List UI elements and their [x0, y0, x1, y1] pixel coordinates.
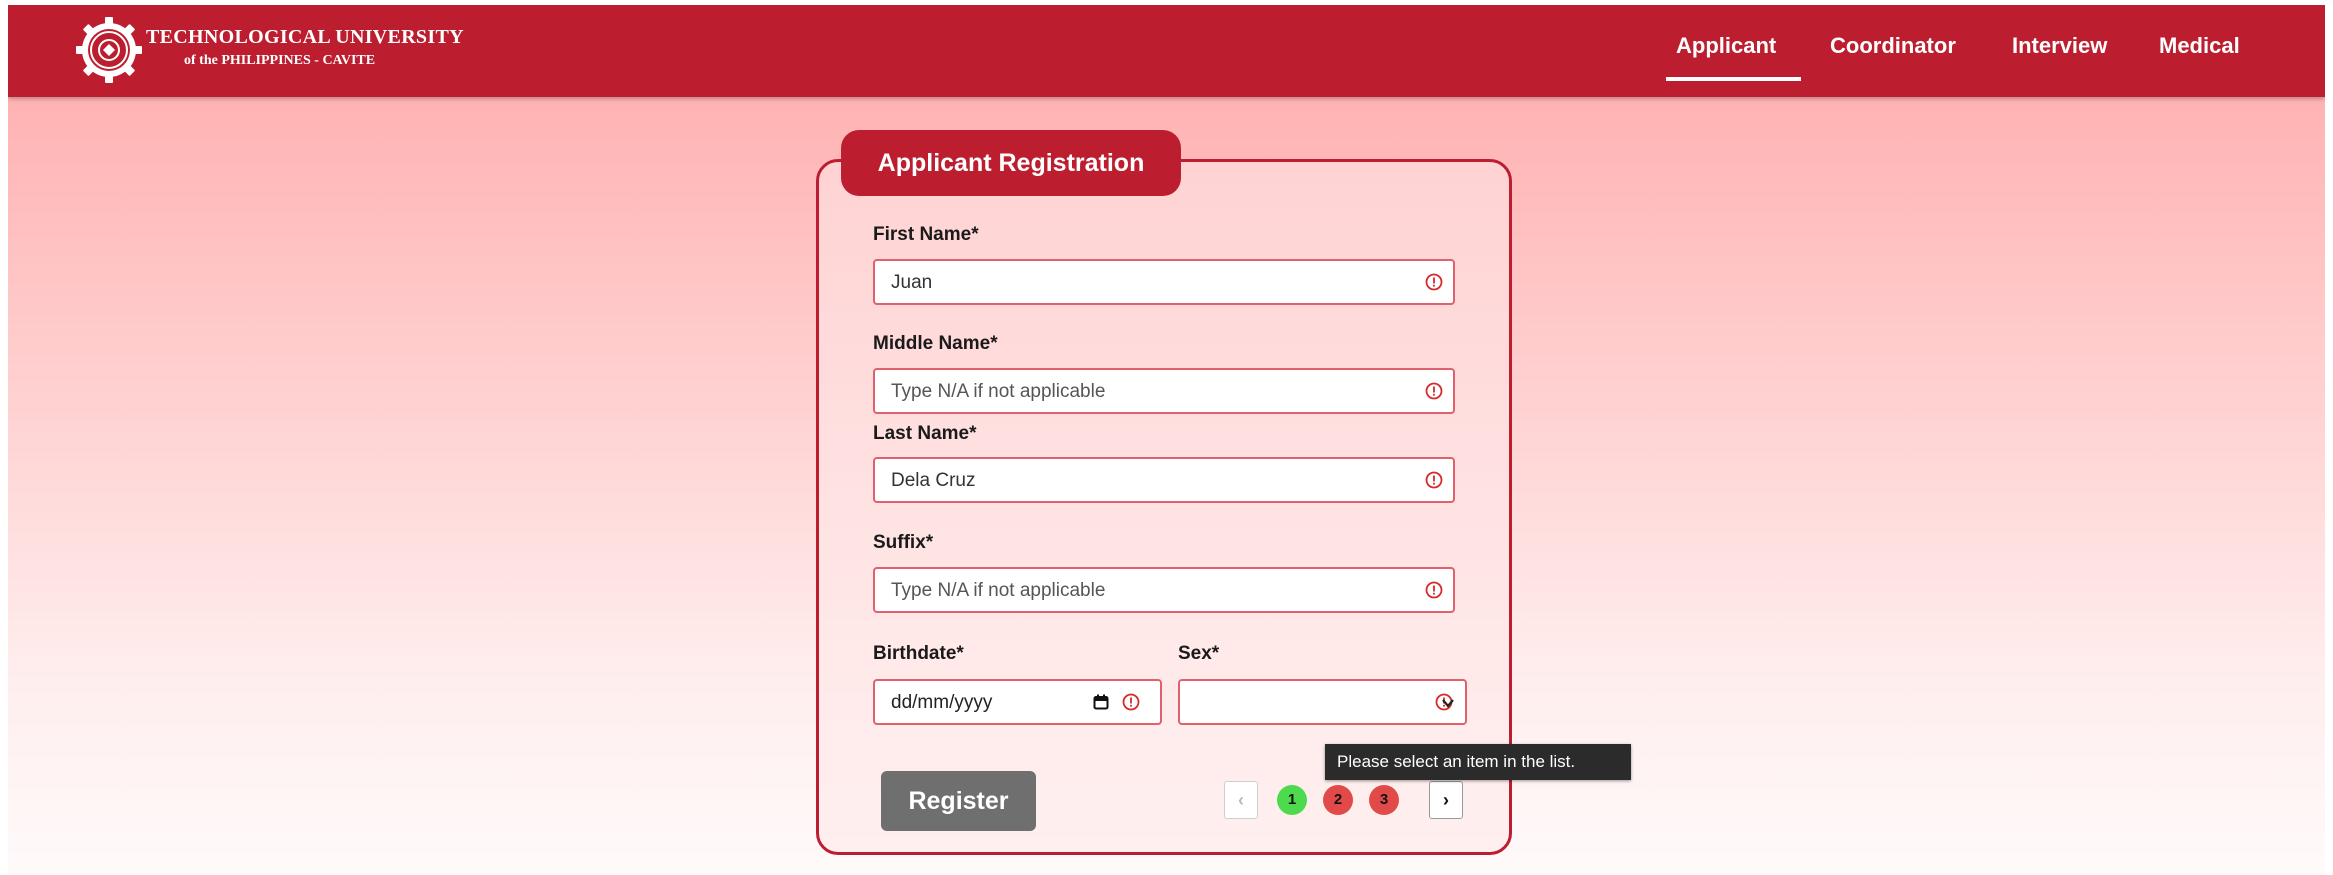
page-3-indicator[interactable]: 3	[1369, 785, 1399, 815]
middle-name-label: Middle Name*	[873, 333, 998, 354]
brand-title: TECHNOLOGICAL UNIVERSITY	[146, 26, 464, 48]
page-2-indicator[interactable]: 2	[1323, 785, 1353, 815]
warning-icon	[1425, 581, 1443, 599]
middle-name-input[interactable]: Type N/A if not applicable	[873, 368, 1455, 414]
birthdate-format: dd/mm/yyyy	[891, 692, 993, 713]
prev-page-button[interactable]: ‹	[1224, 781, 1258, 819]
calendar-icon[interactable]	[1093, 694, 1109, 710]
nav-active-indicator	[1666, 77, 1801, 81]
warning-icon	[1425, 273, 1443, 291]
middle-name-placeholder: Type N/A if not applicable	[891, 381, 1106, 402]
suffix-placeholder: Type N/A if not applicable	[891, 580, 1106, 601]
nav-coordinator[interactable]: Coordinator	[1830, 33, 1956, 59]
gear-seal-icon[interactable]	[76, 17, 142, 83]
warning-icon	[1122, 693, 1140, 711]
validation-tooltip: Please select an item in the list.	[1325, 744, 1631, 780]
last-name-value: Dela Cruz	[891, 470, 976, 491]
page: TECHNOLOGICAL UNIVERSITY of the PHILIPPI…	[8, 5, 2325, 875]
register-button[interactable]: Register	[881, 771, 1036, 831]
birthdate-input[interactable]: dd/mm/yyyy	[873, 679, 1162, 725]
nav-interview[interactable]: Interview	[2012, 33, 2107, 59]
brand-subtitle: of the PHILIPPINES - CAVITE	[184, 53, 376, 68]
last-name-input[interactable]: Dela Cruz	[873, 457, 1455, 503]
page-1-indicator[interactable]: 1	[1277, 785, 1307, 815]
suffix-label: Suffix*	[873, 532, 934, 553]
birthdate-label: Birthdate*	[873, 643, 964, 664]
warning-icon	[1425, 471, 1443, 489]
next-page-button[interactable]: ›	[1429, 781, 1463, 819]
top-navbar: TECHNOLOGICAL UNIVERSITY of the PHILIPPI…	[8, 5, 2325, 97]
first-name-value: Juan	[891, 272, 933, 293]
sex-select[interactable]	[1178, 679, 1467, 725]
form-title: Applicant Registration	[841, 130, 1181, 196]
first-name-label: First Name*	[873, 224, 979, 245]
first-name-input[interactable]: Juan	[873, 259, 1455, 305]
nav-applicant[interactable]: Applicant	[1676, 33, 1776, 59]
suffix-input[interactable]: Type N/A if not applicable	[873, 567, 1455, 613]
nav-medical[interactable]: Medical	[2159, 33, 2240, 59]
last-name-label: Last Name*	[873, 423, 977, 444]
chevron-down-icon[interactable]	[1441, 696, 1455, 710]
sex-label: Sex*	[1178, 643, 1220, 664]
warning-icon	[1425, 382, 1443, 400]
